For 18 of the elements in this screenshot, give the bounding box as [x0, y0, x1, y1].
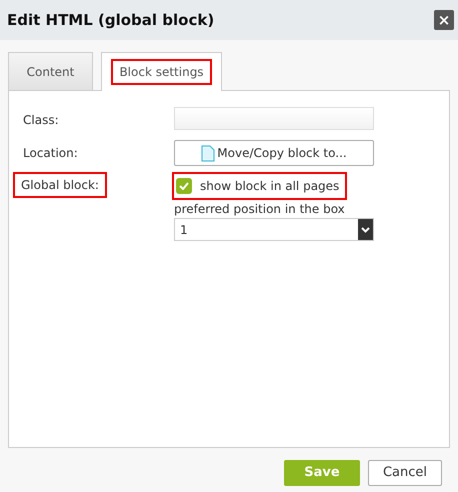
move-copy-button[interactable]: Move/Copy block to...	[174, 140, 374, 166]
close-button[interactable]: ×	[434, 10, 454, 30]
field-label: preferred position in the box	[174, 201, 346, 218]
tab[interactable]: Block settings	[101, 52, 222, 91]
position-select[interactable]: 1	[174, 218, 374, 241]
document-icon	[201, 144, 216, 162]
class-input[interactable]	[174, 107, 374, 130]
check-icon	[179, 182, 189, 190]
field-label: Location:	[22, 145, 79, 162]
tab[interactable]: Content	[8, 52, 93, 90]
window-title: Edit HTML (global block)	[7, 10, 214, 31]
field-label: Class:	[22, 112, 60, 129]
checkbox-label: show block in all pages	[200, 178, 340, 195]
caret-icon	[361, 226, 370, 232]
cancel-button[interactable]: Cancel	[368, 460, 442, 486]
field-label: Global block:	[15, 174, 105, 196]
checkbox-row[interactable]: show block in all pages	[174, 174, 346, 198]
checkbox[interactable]	[176, 178, 192, 194]
